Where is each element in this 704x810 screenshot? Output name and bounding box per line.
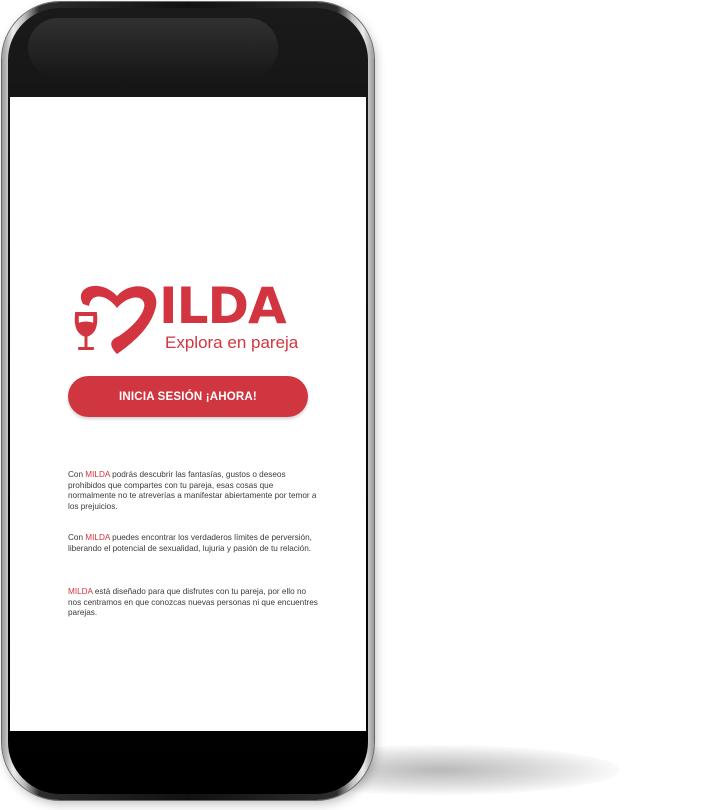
logo-tagline: Explora en pareja — [165, 333, 299, 352]
brand-name: MILDA — [85, 533, 110, 542]
logo-wordmark: ILDA — [159, 277, 287, 335]
intro-paragraph-3: MILDA está diseñado para que disfrutes c… — [68, 587, 318, 619]
bezel-gloss — [28, 18, 278, 78]
intro-paragraph-1: Con MILDA podrás descubrir las fantasías… — [68, 470, 318, 512]
intro-paragraph-2: Con MILDA puedes encontrar los verdadero… — [68, 533, 318, 554]
milda-logo: ILDA Explora en pareja — [67, 277, 307, 360]
brand-name: MILDA — [85, 470, 110, 479]
login-now-button[interactable]: INICIA SESIÓN ¡AHORA! — [68, 376, 308, 417]
para-lead: Con — [68, 470, 86, 479]
brand-name: MILDA — [68, 587, 93, 596]
app-screen: ILDA Explora en pareja INICIA SESIÓN ¡AH… — [10, 97, 366, 731]
para-lead: Con — [68, 533, 86, 542]
para-text: está diseñado para que disfrutes con tu … — [68, 587, 318, 618]
heart-wine-glass-icon — [74, 285, 157, 354]
